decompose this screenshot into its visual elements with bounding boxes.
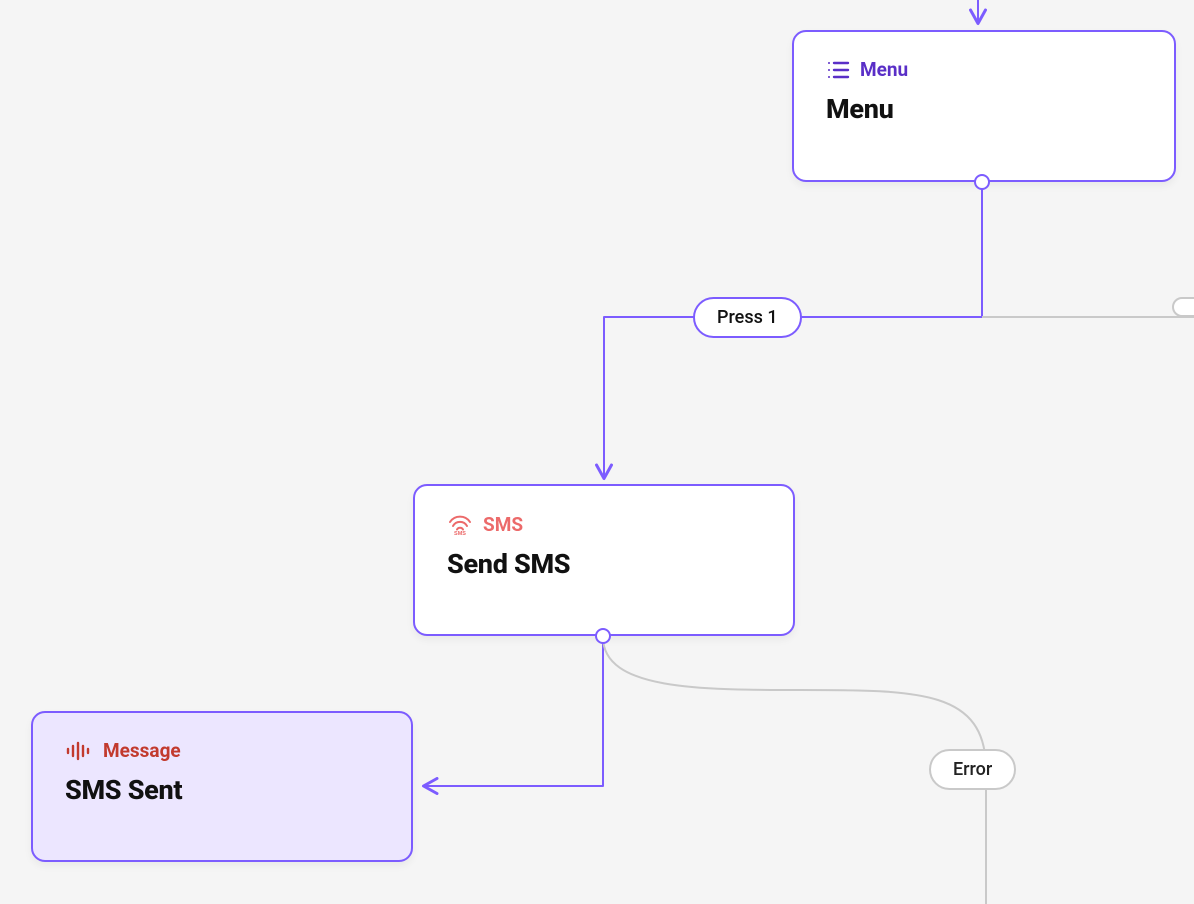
audio-waveform-icon	[65, 741, 93, 761]
node-menu[interactable]: Menu Menu	[792, 30, 1176, 182]
port-menu-out[interactable]	[974, 174, 990, 190]
pill-press1[interactable]: Press 1	[693, 297, 802, 338]
port-sms-out[interactable]	[595, 628, 611, 644]
node-sms-sent[interactable]: Message SMS Sent	[31, 711, 413, 862]
node-type-label: Menu	[860, 58, 908, 81]
menu-list-icon	[826, 60, 850, 80]
node-type-label: Message	[103, 739, 181, 762]
node-title: SMS Sent	[65, 774, 379, 806]
pill-error[interactable]: Error	[929, 749, 1016, 790]
pill-label: Error	[953, 759, 992, 780]
node-title: Send SMS	[447, 548, 761, 580]
svg-text:SMS: SMS	[454, 531, 466, 536]
node-title: Menu	[826, 93, 1142, 125]
pill-label: Press 1	[717, 307, 778, 328]
edge-sms-to-smssent	[425, 637, 603, 786]
sms-signal-icon: SMS	[447, 512, 473, 536]
node-type-label: SMS	[483, 513, 523, 536]
pill-offscreen-right[interactable]	[1172, 297, 1194, 317]
node-send-sms[interactable]: SMS SMS Send SMS	[413, 484, 795, 636]
